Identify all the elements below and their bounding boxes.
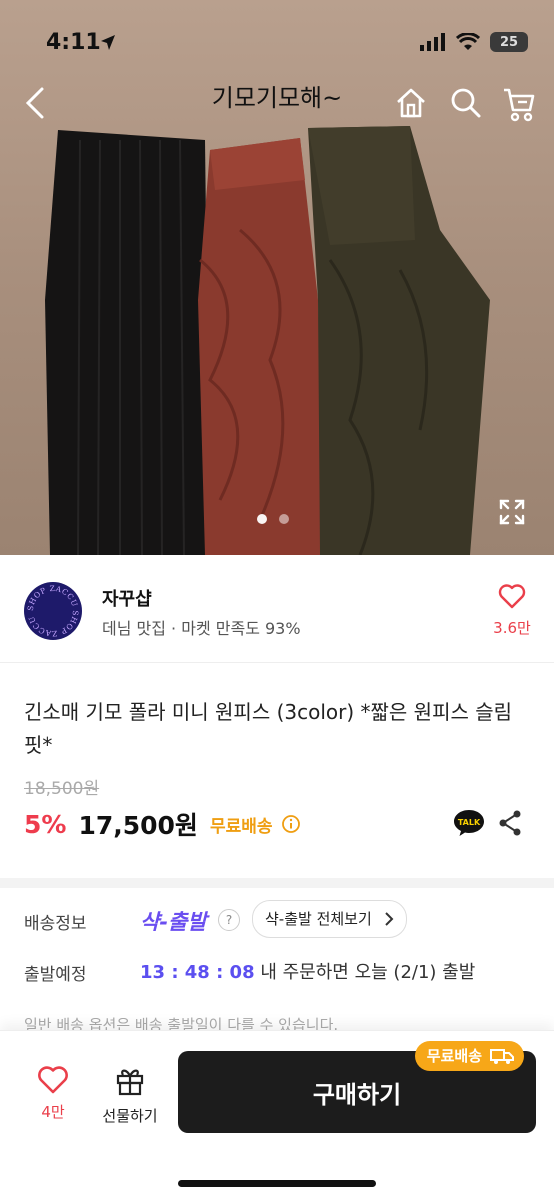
- share-icon[interactable]: [498, 810, 522, 836]
- cart-icon[interactable]: [502, 86, 536, 122]
- bottom-action-bar: 4만 선물하기 구매하기 무료배송: [0, 1030, 554, 1201]
- shak-all-label: 샥-출발 전체보기: [265, 910, 372, 928]
- departure-timer: 13 : 48 : 08 내 주문하면 오늘 (2/1) 출발: [140, 958, 475, 984]
- shop-row[interactable]: SHOP ZACCU SHOP ZACCU 자꾸샵 데님 맛집 · 마켓 만족도…: [0, 555, 554, 663]
- shak-departure-logo: 샥-출발: [140, 910, 207, 934]
- like-count: 4만: [41, 1103, 65, 1121]
- talk-label: TALK: [458, 818, 481, 827]
- home-indicator: [178, 1180, 376, 1187]
- shop-like-count: 3.6만: [493, 619, 531, 637]
- shop-like-button[interactable]: 3.6만: [490, 583, 534, 638]
- price-row: 5% 17,500원 무료배송: [24, 806, 301, 842]
- help-icon[interactable]: ?: [218, 909, 240, 931]
- wifi-icon: [456, 33, 480, 50]
- svg-text:SHOP ZACCU SHOP ZACCU: SHOP ZACCU SHOP ZACCU: [26, 584, 80, 638]
- gift-icon: [116, 1069, 144, 1096]
- pager-dot-active[interactable]: [257, 514, 267, 524]
- shak-all-button[interactable]: 샥-출발 전체보기: [252, 900, 407, 938]
- status-time: 4:11: [46, 30, 101, 55]
- original-price: 18,500원: [24, 779, 100, 799]
- home-icon[interactable]: [394, 86, 428, 120]
- gift-button[interactable]: 선물하기: [96, 1065, 164, 1126]
- expand-icon[interactable]: [498, 498, 526, 526]
- delivery-info-label: 배송정보: [24, 914, 87, 934]
- shop-logo-mark: SHOP ZACCU SHOP ZACCU: [26, 584, 80, 638]
- like-button[interactable]: 4만: [30, 1065, 76, 1122]
- ship-badge-label: 무료배송: [426, 1047, 482, 1065]
- battery-icon: 25: [490, 32, 528, 52]
- cellular-signal-icon: [420, 33, 445, 51]
- departure-label: 출발예정: [24, 965, 87, 985]
- free-shipping-badge: 무료배송: [414, 1041, 524, 1071]
- battery-level: 25: [499, 34, 519, 50]
- shop-subtitle: 데님 맛집 · 마켓 만족도 93%: [102, 619, 301, 638]
- chevron-right-icon: [385, 912, 394, 926]
- heart-icon: [498, 584, 526, 609]
- sale-price: 17,500원: [78, 811, 198, 840]
- section-divider: [0, 878, 554, 888]
- gallery-pager: [257, 514, 289, 524]
- buy-label: 구매하기: [312, 1080, 402, 1109]
- gift-label: 선물하기: [102, 1107, 158, 1125]
- departure-text: 내 주문하면 오늘 (2/1) 출발: [260, 962, 476, 983]
- truck-icon: [490, 1049, 514, 1064]
- search-icon[interactable]: [450, 86, 482, 120]
- location-arrow-icon: [101, 35, 115, 50]
- shop-name[interactable]: 자꾸샵: [102, 585, 152, 611]
- shop-logo[interactable]: SHOP ZACCU SHOP ZACCU: [24, 582, 82, 640]
- heart-icon: [38, 1066, 68, 1094]
- discount-rate: 5%: [24, 809, 67, 839]
- free-shipping-label: 무료배송: [209, 816, 273, 837]
- kakao-talk-icon[interactable]: TALK: [452, 808, 486, 838]
- top-nav: 기모기모해~: [0, 72, 554, 142]
- countdown: 13 : 48 : 08: [140, 962, 255, 983]
- info-icon[interactable]: [281, 814, 301, 834]
- product-title: 긴소매 기모 폴라 미니 원피스 (3color) *짧은 원피스 슬림 핏*: [24, 700, 513, 757]
- pager-dot[interactable]: [279, 514, 289, 524]
